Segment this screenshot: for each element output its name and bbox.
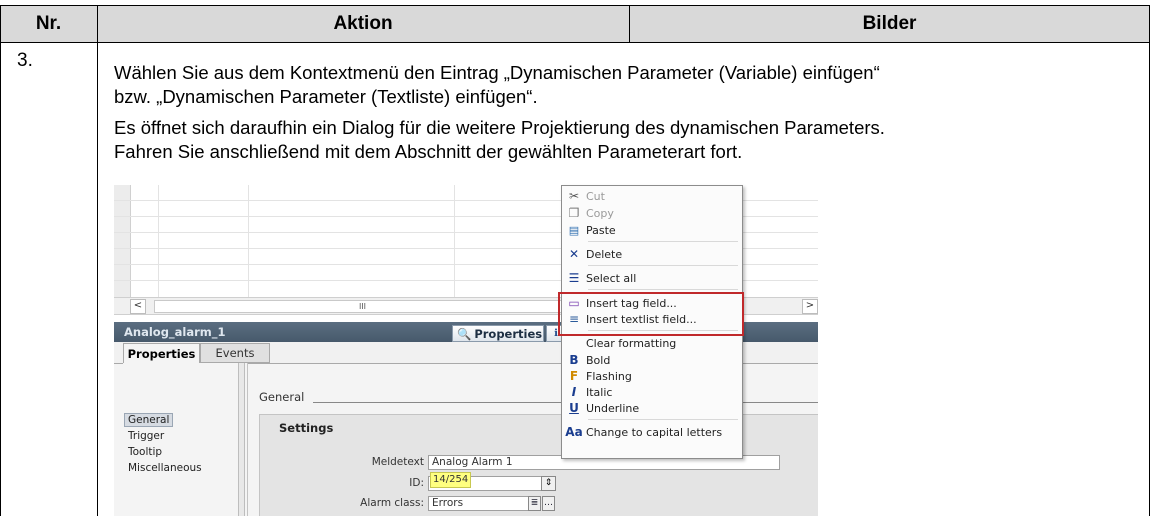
- id-label: ID:: [409, 477, 424, 489]
- header-bilder: Bilder: [629, 5, 1150, 43]
- header-nr: Nr.: [0, 5, 97, 43]
- tab-events[interactable]: Events: [200, 343, 270, 363]
- nav-item-trigger[interactable]: Trigger: [128, 430, 164, 442]
- nav-item-tooltip[interactable]: Tooltip: [128, 446, 162, 458]
- menu-item-change-to-capital-letters[interactable]: Aa Change to capital letters: [562, 424, 742, 440]
- cut-icon: ✂: [568, 189, 580, 203]
- window-title: Analog_alarm_1: [124, 325, 226, 339]
- select-all-icon: ☰: [568, 271, 580, 285]
- bold-icon: B: [569, 353, 579, 367]
- nav-item-miscellaneous[interactable]: Miscellaneous: [128, 462, 202, 474]
- tab-properties[interactable]: Properties: [123, 343, 200, 363]
- menu-item-clear-formatting[interactable]: Clear formatting: [562, 335, 742, 351]
- instruction-line-2: bzw. „Dynamischen Parameter (Textliste) …: [114, 86, 538, 107]
- italic-icon: I: [571, 385, 577, 399]
- menu-item-copy[interactable]: ❐ Copy: [562, 205, 742, 221]
- highlight-box: [558, 292, 744, 336]
- alarm-class-field[interactable]: Errors: [428, 496, 540, 511]
- copy-icon: ❐: [568, 206, 580, 220]
- document-page: Nr. Aktion Bilder 3. Wählen Sie aus dem …: [0, 0, 1150, 516]
- section-title: General: [259, 390, 305, 404]
- menu-item-delete[interactable]: ✕ Delete: [562, 246, 742, 262]
- capital-letters-icon: Aa: [565, 425, 583, 439]
- menu-item-paste[interactable]: ▤ Paste: [562, 222, 742, 238]
- instruction-line-4: Fahren Sie anschließend mit dem Abschnit…: [114, 141, 743, 162]
- settings-label: Settings: [279, 421, 334, 435]
- underline-icon: U: [569, 401, 579, 415]
- instruction-line-3: Es öffnet sich daraufhin ein Dialog für …: [114, 117, 885, 138]
- menu-item-flashing[interactable]: F Flashing: [562, 368, 742, 384]
- browse-button[interactable]: …: [542, 496, 555, 511]
- nav-item-general[interactable]: General: [124, 413, 174, 427]
- menu-item-italic[interactable]: I Italic: [562, 384, 742, 400]
- list-icon[interactable]: ≣: [528, 496, 541, 511]
- menu-item-underline[interactable]: U Underline: [562, 400, 742, 416]
- table-divider: [97, 5, 98, 516]
- menu-item-select-all[interactable]: ☰ Select all: [562, 270, 742, 286]
- panel-splitter[interactable]: [238, 363, 245, 516]
- header-aktion: Aktion: [97, 5, 629, 43]
- id-tooltip: 14/254: [430, 472, 472, 488]
- flashing-icon: F: [569, 369, 579, 383]
- meldetext-label: Meldetext: [371, 456, 424, 468]
- id-stepper[interactable]: ⇕: [541, 476, 556, 491]
- header-divider: [629, 5, 630, 43]
- instruction-line-1: Wählen Sie aus dem Kontextmenü den Eintr…: [114, 62, 880, 83]
- scroll-left-button[interactable]: <: [130, 299, 146, 314]
- paste-icon: ▤: [568, 223, 580, 237]
- delete-icon: ✕: [568, 247, 580, 261]
- alarm-class-label: Alarm class:: [360, 497, 424, 509]
- menu-item-cut[interactable]: ✂ Cut: [562, 188, 742, 204]
- table-border-left: [0, 5, 1, 516]
- properties-button[interactable]: 🔍 Properties: [452, 325, 544, 342]
- scroll-thumb[interactable]: III: [154, 300, 571, 313]
- magnifier-icon: 🔍: [457, 326, 472, 341]
- menu-item-bold[interactable]: B Bold: [562, 352, 742, 368]
- row-number: 3.: [17, 50, 33, 71]
- scroll-right-button[interactable]: >: [802, 299, 818, 314]
